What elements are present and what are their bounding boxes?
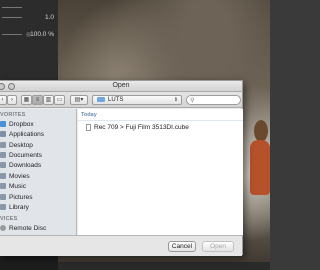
location-popup[interactable]: LUTS ⇕ [92, 95, 182, 105]
sidebar-item-label: Desktop [9, 142, 33, 149]
date-group-header: Today [81, 112, 97, 118]
file-browser: Today Rec 709 > Fuji Film 3513DI.cube [78, 109, 243, 235]
search-icon: ⚲ [190, 98, 195, 104]
downloads-icon [0, 162, 6, 169]
library-icon [0, 204, 6, 211]
file-name: Rec 709 > Fuji Film 3513DI.cube [94, 124, 189, 132]
sidebar-item-music[interactable]: Music [0, 183, 26, 193]
dialog-titlebar: Open [0, 81, 242, 92]
slider-track[interactable] [2, 7, 22, 8]
chevron-left-icon: ‹ [1, 97, 4, 103]
chevron-right-icon: › [11, 97, 13, 103]
forward-button[interactable]: › [7, 95, 17, 105]
sidebar-item-applications[interactable]: Applications [0, 131, 44, 141]
sidebar-item-label: Downloads [9, 162, 42, 169]
applications-icon [0, 131, 6, 138]
slider-track[interactable] [2, 17, 22, 18]
sidebar-item-label: Music [9, 183, 26, 190]
background-figure-head [254, 120, 268, 142]
sidebar-item-label: Library [9, 204, 29, 211]
inspector-value: 1.0 [44, 14, 54, 21]
dropbox-icon [0, 121, 6, 128]
inspector-value: 100.0 % [30, 31, 54, 38]
remote-disc-icon [0, 225, 6, 232]
location-label: LUTS [108, 97, 124, 103]
documents-icon [0, 152, 6, 159]
sidebar-item-desktop[interactable]: Desktop [0, 142, 33, 152]
open-button[interactable]: Open [202, 241, 234, 252]
document-icon [86, 124, 91, 131]
coverflow-view-icon: ▭ [56, 97, 63, 103]
dialog-title: Open [112, 82, 130, 89]
updown-arrows-icon: ⇕ [173, 97, 178, 103]
music-icon [0, 183, 6, 190]
arrange-icon: ▤▾ [74, 97, 84, 103]
sidebar-item-movies[interactable]: Movies [0, 173, 30, 183]
background-timeline [58, 262, 270, 270]
sidebar: VORITES Dropbox Applications Desktop Doc… [0, 109, 77, 235]
background-figure [250, 140, 270, 195]
sidebar-item-downloads[interactable]: Downloads [0, 162, 41, 172]
sidebar-item-documents[interactable]: Documents [0, 152, 42, 162]
column-view-icon: ▥ [45, 97, 52, 103]
sidebar-item-library[interactable]: Library [0, 204, 29, 214]
sidebar-item-label: Pictures [9, 194, 33, 201]
sidebar-section-devices: VICES [0, 216, 18, 222]
icon-view-icon: ▦ [23, 97, 30, 103]
sidebar-item-label: Dropbox [9, 121, 34, 128]
dialog-toolbar: ‹ › ▦ ≡ ▥ ▭ ▤▾ LUTS ⇕ ⚲ [0, 92, 242, 108]
sidebar-item-label: Remote Disc [9, 225, 47, 232]
inspector-row: 100.0 % [0, 29, 58, 41]
sidebar-item-label: Movies [9, 173, 30, 180]
divider [78, 120, 243, 121]
column-view-button[interactable]: ▥ [43, 95, 54, 105]
open-dialog: Open ‹ › ▦ ≡ ▥ ▭ ▤▾ LUTS ⇕ ⚲ VORITES Dro… [0, 80, 243, 256]
search-field[interactable]: ⚲ [186, 95, 241, 105]
cancel-button[interactable]: Cancel [168, 241, 196, 252]
sidebar-item-label: Applications [9, 131, 45, 138]
movies-icon [0, 173, 6, 180]
file-row[interactable]: Rec 709 > Fuji Film 3513DI.cube [86, 124, 189, 133]
pictures-icon [0, 194, 6, 201]
coverflow-view-button[interactable]: ▭ [54, 95, 65, 105]
sidebar-item-remote-disc[interactable]: Remote Disc [0, 225, 46, 235]
sidebar-item-dropbox[interactable]: Dropbox [0, 121, 34, 131]
list-view-icon: ≡ [35, 97, 40, 103]
dialog-bottom-bar: Cancel Open [0, 235, 242, 256]
slider-track[interactable] [2, 34, 22, 35]
sidebar-item-pictures[interactable]: Pictures [0, 194, 32, 204]
arrange-button[interactable]: ▤▾ [70, 95, 88, 105]
sidebar-section-favorites: VORITES [0, 112, 26, 118]
folder-icon [97, 96, 105, 102]
inspector-row: 1.0 [0, 12, 58, 24]
desktop-icon [0, 142, 6, 149]
list-view-button[interactable]: ≡ [32, 95, 43, 105]
back-button[interactable]: ‹ [0, 95, 7, 105]
sidebar-item-label: Documents [9, 152, 42, 159]
icon-view-button[interactable]: ▦ [21, 95, 32, 105]
